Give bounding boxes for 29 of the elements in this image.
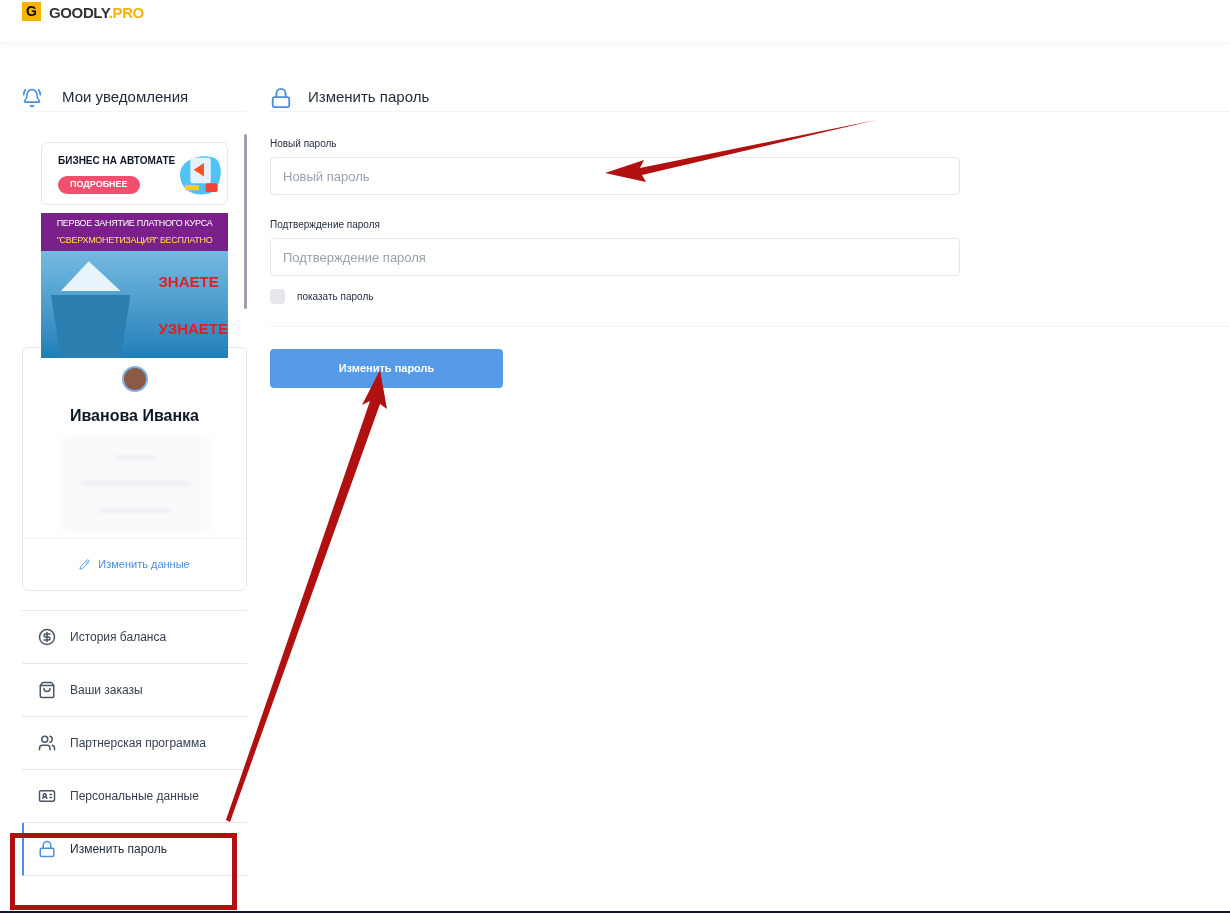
avatar xyxy=(121,366,148,392)
banner-headline: ПЕРВОЕ ЗАНЯТИЕ ПЛАТНОГО КУРСА xyxy=(56,217,213,230)
edit-profile-link[interactable]: Изменить данные xyxy=(79,556,190,573)
id-card-icon xyxy=(38,787,56,805)
banner-label: ЗНАЕТЕ xyxy=(158,272,220,292)
menu-item[interactable]: История баланса xyxy=(22,611,247,664)
lock-icon xyxy=(38,840,56,858)
lock-icon xyxy=(270,86,292,109)
menu-item[interactable]: Ваши заказы xyxy=(22,664,247,717)
menu-item[interactable]: Изменить пароль xyxy=(22,823,247,876)
page-title: Изменить пароль xyxy=(308,87,430,108)
checkbox-label: показать пароль xyxy=(297,290,374,304)
pencil-icon xyxy=(79,559,91,570)
profile-name: Иванова Иванка xyxy=(70,406,199,426)
notifications-heading[interactable]: Мои уведомления xyxy=(62,86,189,109)
banner-label: УЗНАЕТЕ xyxy=(158,318,228,339)
coin-icon xyxy=(38,628,56,646)
field-label: Подтверждение пароля xyxy=(270,218,381,232)
scrollbar-thumb[interactable] xyxy=(244,134,247,309)
promo-title: БИЗНЕС НА АВТОМАТЕ xyxy=(58,154,176,169)
password-field[interactable]: Подтверждение пароля xyxy=(270,238,960,276)
shopping-bag-icon xyxy=(38,681,56,699)
logo-text[interactable]: GOODLY.PRO xyxy=(49,2,144,25)
banner-headline: "СВЕРХМОНЕТИЗАЦИЯ" БЕСПЛАТНО xyxy=(56,234,213,247)
logo-mark[interactable]: G xyxy=(22,2,41,21)
show-password-checkbox[interactable] xyxy=(270,289,285,304)
password-field[interactable]: Новый пароль xyxy=(270,157,960,195)
users-icon xyxy=(38,734,56,752)
field-label: Новый пароль xyxy=(270,137,338,151)
